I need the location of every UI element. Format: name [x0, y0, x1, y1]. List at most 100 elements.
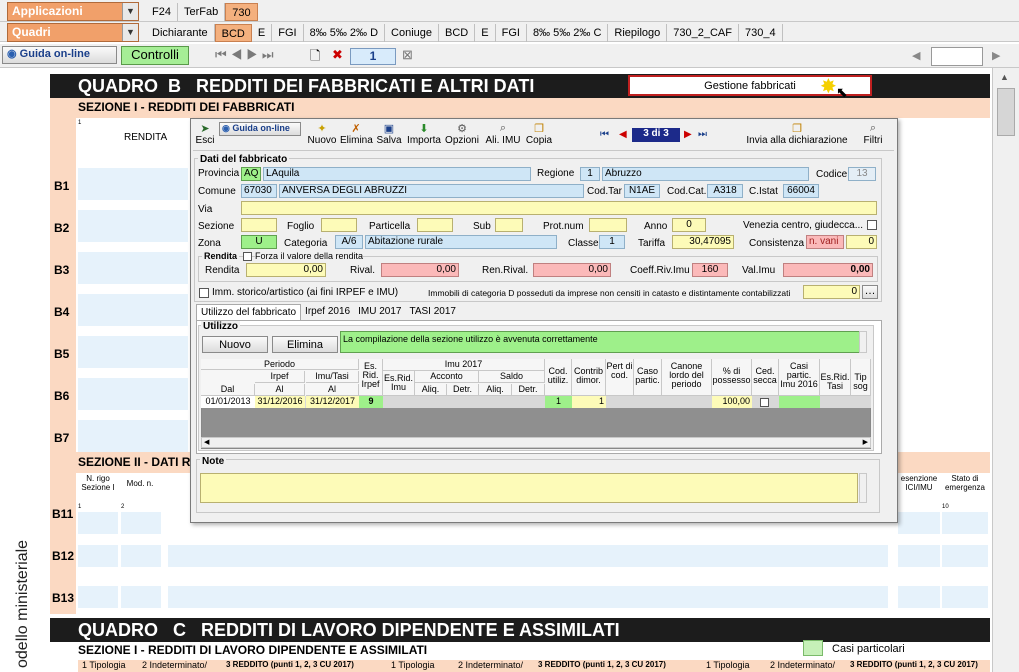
- row-cod-utiliz[interactable]: 1: [545, 396, 572, 408]
- regione-num-field[interactable]: 1: [580, 167, 600, 181]
- first-page-icon[interactable]: ⏮: [215, 47, 231, 62]
- esci-button[interactable]: ➤ Esci: [194, 122, 216, 146]
- copia-tool-button[interactable]: ❐ Copia: [524, 122, 554, 146]
- record-navigator[interactable]: 3 di 3: [632, 128, 680, 142]
- scroll-left-icon[interactable]: ◀: [204, 438, 209, 446]
- salva-tool-button[interactable]: ▣ Salva: [376, 122, 402, 146]
- quadri-dropdown[interactable]: Quadri ▼: [7, 23, 139, 42]
- page-icon[interactable]: 🗋: [310, 47, 320, 69]
- citta-field[interactable]: LAquila: [263, 167, 531, 181]
- row-casi-partic[interactable]: [779, 396, 820, 408]
- casi-particolari-box[interactable]: [803, 640, 823, 656]
- tab-utilizzo-fabbricato[interactable]: Utilizzo del fabbricato: [196, 304, 302, 320]
- sezione-field[interactable]: [241, 218, 277, 232]
- rendita-cell-b4[interactable]: [78, 294, 188, 326]
- last-page-icon[interactable]: ⏭: [262, 47, 278, 62]
- modn-cell-b11[interactable]: [121, 512, 161, 534]
- chevron-down-icon[interactable]: ▼: [122, 24, 138, 41]
- invia-dichiarazione-button[interactable]: ❐ Invia alla dichiarazione: [745, 122, 849, 146]
- opzioni-tool-button[interactable]: ⚙ Opzioni: [444, 122, 480, 146]
- data-cells-b12[interactable]: [168, 545, 888, 567]
- filtri-button[interactable]: ⌕ Filtri: [858, 122, 888, 146]
- consistenza-field[interactable]: 0: [846, 235, 877, 249]
- nav-first-icon[interactable]: ⏮: [600, 129, 609, 140]
- tab-tasi-2017[interactable]: TASI 2017: [405, 304, 460, 320]
- tab-dichiarante[interactable]: Dichiarante: [146, 24, 215, 42]
- rendita-cell-b6[interactable]: [78, 378, 188, 410]
- note-scrollbar[interactable]: [859, 473, 867, 503]
- tab-coniuge[interactable]: Coniuge: [385, 24, 440, 42]
- row-possesso[interactable]: 100,00: [712, 396, 752, 408]
- comune-field[interactable]: ANVERSA DEGLI ABRUZZI: [279, 184, 584, 198]
- rendita-cell-b2[interactable]: [78, 210, 188, 242]
- imm-storico-checkbox[interactable]: [199, 288, 209, 298]
- nav-next-icon[interactable]: ▶: [684, 129, 692, 140]
- next-page-icon[interactable]: ▶: [246, 47, 262, 62]
- comune-cap-field[interactable]: 67030: [241, 184, 277, 198]
- delete-page-icon[interactable]: ✖: [332, 47, 343, 63]
- search-page-icon[interactable]: ⊠: [402, 47, 413, 63]
- zona-field[interactable]: U: [241, 235, 277, 249]
- data-cells-b13[interactable]: [168, 586, 888, 608]
- zoom-input[interactable]: [931, 47, 983, 66]
- note-textarea[interactable]: [200, 473, 858, 503]
- rival-field[interactable]: 0,00: [381, 263, 459, 277]
- regione-field[interactable]: Abruzzo: [602, 167, 809, 181]
- imm-d-ellipsis-button[interactable]: …: [862, 285, 878, 299]
- nrigo-cell-b12[interactable]: [78, 545, 118, 567]
- ren-rival-field[interactable]: 0,00: [533, 263, 611, 277]
- elimina-tool-button[interactable]: ✗ Elimina: [340, 122, 373, 146]
- ali-imu-tool-button[interactable]: ⌕ Ali. IMU: [484, 122, 522, 146]
- rendita-cell-b7[interactable]: [78, 420, 188, 452]
- nav-last-icon[interactable]: ⏭: [698, 129, 707, 140]
- c-istat-field[interactable]: 66004: [783, 184, 819, 198]
- tab-fgi-coniuge[interactable]: FGI: [496, 24, 527, 42]
- tab-8-5-2-d[interactable]: 8‰ 5‰ 2‰ D: [304, 24, 386, 42]
- n-vani-field[interactable]: n. vani: [806, 235, 844, 249]
- esenz-cell-b13[interactable]: [898, 586, 940, 608]
- guida-online-button[interactable]: ◉ Guida on-line: [2, 46, 117, 64]
- prev-page-icon[interactable]: ◀: [231, 47, 247, 62]
- codice-field[interactable]: 13: [848, 167, 876, 181]
- rendita-cell-b3[interactable]: [78, 252, 188, 284]
- provincia-field[interactable]: AQ: [241, 167, 261, 181]
- tab-8-5-2-c[interactable]: 8‰ 5‰ 2‰ C: [527, 24, 609, 42]
- scroll-up-icon[interactable]: ▲: [1000, 72, 1009, 82]
- row-dal[interactable]: 01/01/2013: [201, 396, 255, 408]
- importa-tool-button[interactable]: ⬇ Importa: [405, 122, 443, 146]
- tab-bcd-dichiarante[interactable]: BCD: [214, 24, 252, 42]
- categoria-desc-field[interactable]: Abitazione rurale: [365, 235, 557, 249]
- prot-num-field[interactable]: [589, 218, 627, 232]
- coeff-riv-imu-field[interactable]: 160: [692, 263, 728, 277]
- categoria-field[interactable]: A/6: [335, 235, 363, 249]
- modn-cell-b13[interactable]: [121, 586, 161, 608]
- rendita-field[interactable]: 0,00: [246, 263, 326, 277]
- particella-field[interactable]: [417, 218, 453, 232]
- tab-e-coniuge[interactable]: E: [475, 24, 496, 42]
- tab-f24[interactable]: F24: [146, 3, 178, 21]
- esenz-cell-b12[interactable]: [898, 545, 940, 567]
- controlli-button[interactable]: Controlli: [121, 46, 189, 65]
- val-imu-field[interactable]: 0,00: [783, 263, 873, 277]
- tab-fgi[interactable]: FGI: [272, 24, 304, 42]
- row-esrid[interactable]: 9: [359, 396, 383, 408]
- row-al2[interactable]: 31/12/2017: [306, 396, 359, 408]
- venezia-checkbox[interactable]: [867, 220, 877, 230]
- page-number-input[interactable]: 1: [350, 48, 396, 65]
- tab-730-2-caf[interactable]: 730_2_CAF: [667, 24, 739, 42]
- tab-e[interactable]: E: [252, 24, 273, 42]
- stato-cell-b11[interactable]: [942, 512, 988, 534]
- nuovo-utilizzo-button[interactable]: Nuovo: [202, 336, 268, 353]
- chevron-down-icon[interactable]: ▼: [122, 3, 138, 20]
- dialog-guida-button[interactable]: ◉ Guida on-line: [219, 122, 301, 136]
- scroll-thumb[interactable]: [997, 88, 1015, 136]
- elimina-utilizzo-button[interactable]: Elimina: [272, 336, 338, 353]
- classe-field[interactable]: 1: [599, 235, 625, 249]
- anno-field[interactable]: 0: [672, 218, 706, 232]
- nuovo-tool-button[interactable]: ✦ Nuovo: [307, 122, 337, 146]
- nav-prev-icon[interactable]: ◀: [619, 129, 627, 140]
- via-field[interactable]: [241, 201, 877, 215]
- stato-cell-b13[interactable]: [942, 586, 988, 608]
- tab-730[interactable]: 730: [225, 3, 258, 21]
- modn-cell-b12[interactable]: [121, 545, 161, 567]
